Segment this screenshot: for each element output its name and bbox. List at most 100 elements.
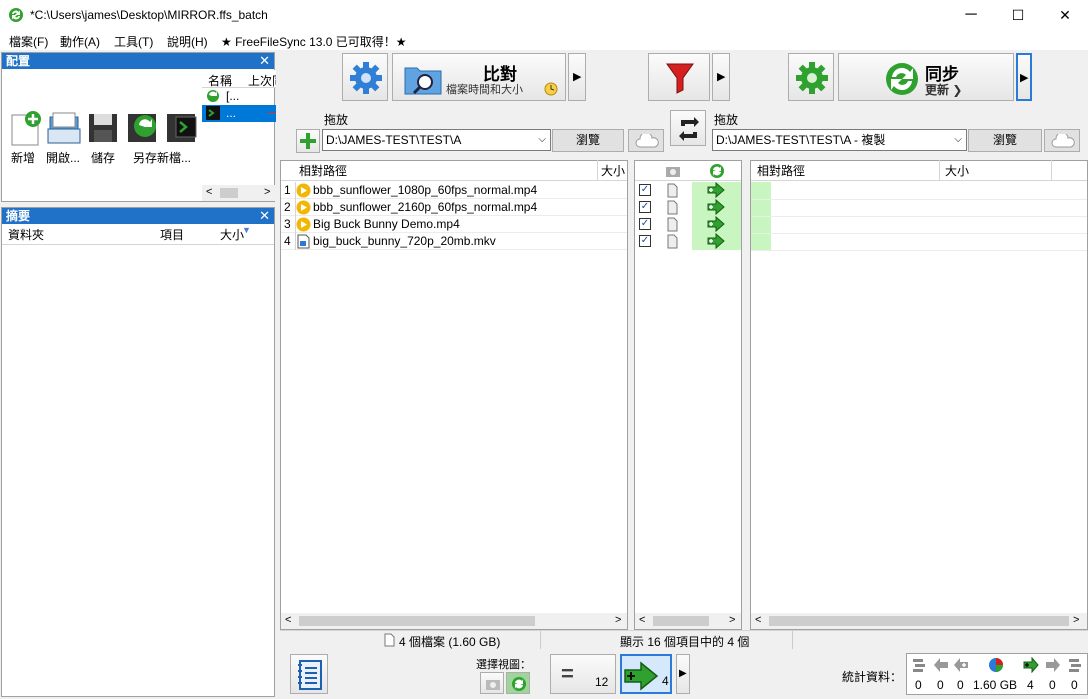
- sync-settings-button[interactable]: [788, 53, 834, 101]
- log-button[interactable]: [290, 654, 328, 694]
- left-drop-label: 拖放: [324, 113, 349, 127]
- menu-file[interactable]: 檔案(F): [9, 33, 48, 50]
- scroll-thumb[interactable]: [220, 188, 238, 198]
- compare-dropdown-button[interactable]: ▶: [568, 53, 586, 101]
- right-horizontal-scrollbar[interactable]: < >: [751, 613, 1087, 629]
- scroll-right-icon[interactable]: >: [615, 614, 621, 626]
- summary-close-icon[interactable]: ✕: [259, 208, 270, 224]
- scroll-right-icon[interactable]: >: [729, 614, 735, 626]
- right-cloud-button[interactable]: [1044, 129, 1080, 152]
- add-folder-pair-button[interactable]: [296, 129, 320, 153]
- table-row[interactable]: ✓: [635, 182, 741, 199]
- filter-dropdown-button[interactable]: ▶: [712, 53, 730, 101]
- compare-settings-button[interactable]: [342, 53, 388, 101]
- table-row[interactable]: 3 Big Buck Bunny Demo.mp4: [281, 216, 627, 233]
- include-checkbox[interactable]: ✓: [639, 201, 651, 213]
- view-dropdown-button[interactable]: ▶: [676, 654, 690, 694]
- config-horizontal-scrollbar[interactable]: < >: [202, 185, 276, 201]
- right-col-path[interactable]: 相對路徑: [757, 161, 805, 181]
- table-row[interactable]: 2 bbb_sunflower_2160p_60fps_normal.mp4: [281, 199, 627, 216]
- scroll-right-icon[interactable]: >: [1073, 614, 1079, 626]
- config-close-icon[interactable]: ✕: [259, 53, 270, 69]
- left-browse-button[interactable]: 瀏覽: [552, 129, 624, 152]
- filter-create-right-button[interactable]: 4: [620, 654, 672, 694]
- table-row[interactable]: 4 big_buck_bunny_720p_20mb.mkv: [281, 233, 627, 250]
- filter-button[interactable]: [648, 53, 710, 101]
- compare-button[interactable]: 比對 檔案時間和大小: [392, 53, 566, 101]
- file-icon: [667, 234, 678, 249]
- swap-sides-button[interactable]: [670, 110, 706, 146]
- update-left-icon: [934, 658, 948, 672]
- sync-direction-icon: [512, 677, 526, 691]
- scroll-thumb[interactable]: [653, 616, 709, 626]
- left-cloud-button[interactable]: [628, 129, 664, 152]
- include-checkbox[interactable]: ✓: [639, 218, 651, 230]
- sync-direction-icon[interactable]: [709, 163, 725, 179]
- chevron-down-icon[interactable]: ⌵: [954, 130, 962, 150]
- cloud-icon: [635, 134, 659, 148]
- table-row[interactable]: ✓: [635, 216, 741, 233]
- table-row[interactable]: ✓: [635, 233, 741, 250]
- save-config-label: 儲存: [91, 151, 116, 165]
- sync-variant-label: 更新 ❯: [925, 83, 963, 97]
- middle-horizontal-scrollbar[interactable]: < >: [635, 613, 741, 629]
- left-folder-input[interactable]: D:\JAMES-TEST\TEST\A ⌵: [322, 129, 551, 151]
- scroll-left-icon[interactable]: <: [639, 614, 645, 626]
- chevron-right-icon: ▶: [573, 71, 582, 83]
- save-as-config-button[interactable]: [123, 109, 161, 147]
- create-right-icon[interactable]: [707, 233, 725, 250]
- create-right-icon[interactable]: [707, 182, 725, 199]
- close-button[interactable]: ✕: [1042, 0, 1088, 30]
- scroll-right-icon[interactable]: >: [264, 186, 270, 198]
- create-right-icon[interactable]: [707, 199, 725, 216]
- config-row[interactable]: [...: [202, 88, 276, 105]
- right-folder-input[interactable]: D:\JAMES-TEST\TEST\A - 複製 ⌵: [712, 129, 967, 151]
- filter-equal-button[interactable]: = 12: [550, 654, 616, 694]
- include-checkbox[interactable]: ✓: [639, 184, 651, 196]
- new-config-button[interactable]: [6, 109, 44, 147]
- config-row-selected[interactable]: ...: [202, 105, 276, 122]
- minimize-button[interactable]: ─: [948, 0, 994, 30]
- stat-update-left: 0: [937, 678, 944, 692]
- left-horizontal-scrollbar[interactable]: < >: [281, 613, 627, 629]
- include-checkbox[interactable]: ✓: [639, 235, 651, 247]
- view-action-toggle[interactable]: [480, 672, 504, 694]
- sync-button[interactable]: 同步 更新 ❯: [838, 53, 1014, 101]
- scroll-left-icon[interactable]: <: [285, 614, 291, 626]
- config-col-last-sync[interactable]: 上次同: [248, 72, 276, 89]
- right-browse-button[interactable]: 瀏覽: [968, 129, 1042, 152]
- file-name: big_buck_bunny_720p_20mb.mkv: [313, 234, 496, 248]
- left-col-size[interactable]: 大小: [601, 161, 625, 181]
- filter-funnel-icon: [666, 63, 694, 94]
- summary-col-folder[interactable]: 資料夾: [8, 225, 44, 245]
- config-col-name[interactable]: 名稱: [208, 72, 232, 89]
- file-icon: [667, 217, 678, 232]
- table-row[interactable]: 1 bbb_sunflower_1080p_60fps_normal.mp4: [281, 182, 627, 199]
- open-config-button[interactable]: [45, 109, 83, 147]
- save-config-button[interactable]: [84, 109, 122, 147]
- new-file-icon: [11, 111, 41, 146]
- chevron-down-icon[interactable]: ⌵: [538, 130, 546, 150]
- summary-col-items[interactable]: 項目: [160, 225, 184, 245]
- view-select-label: 選擇視圖：: [476, 659, 531, 671]
- sync-dropdown-button[interactable]: ▶: [1016, 53, 1032, 101]
- right-col-size[interactable]: 大小: [945, 161, 969, 181]
- config-list-header: 名稱 上次同: [202, 70, 276, 88]
- summary-col-size[interactable]: 大小: [220, 225, 244, 245]
- file-name: bbb_sunflower_1080p_60fps_normal.mp4: [313, 183, 538, 197]
- menu-update-notice[interactable]: ★ FreeFileSync 13.0 已可取得！★: [221, 33, 407, 50]
- scroll-thumb[interactable]: [769, 616, 1069, 626]
- maximize-button[interactable]: ☐: [995, 0, 1041, 30]
- table-row[interactable]: ✓: [635, 199, 741, 216]
- create-right-icon[interactable]: [707, 216, 725, 233]
- menu-actions[interactable]: 動作(A): [60, 33, 100, 50]
- menu-help[interactable]: 說明(H): [167, 33, 208, 50]
- left-col-path[interactable]: 相對路徑: [299, 161, 347, 181]
- scroll-left-icon[interactable]: <: [755, 614, 761, 626]
- menu-tools[interactable]: 工具(T): [114, 33, 153, 50]
- camera-icon[interactable]: [665, 164, 681, 178]
- save-as-batch-button[interactable]: [162, 109, 200, 147]
- scroll-left-icon[interactable]: <: [206, 186, 212, 198]
- view-sync-toggle[interactable]: [506, 672, 530, 694]
- scroll-thumb[interactable]: [299, 616, 535, 626]
